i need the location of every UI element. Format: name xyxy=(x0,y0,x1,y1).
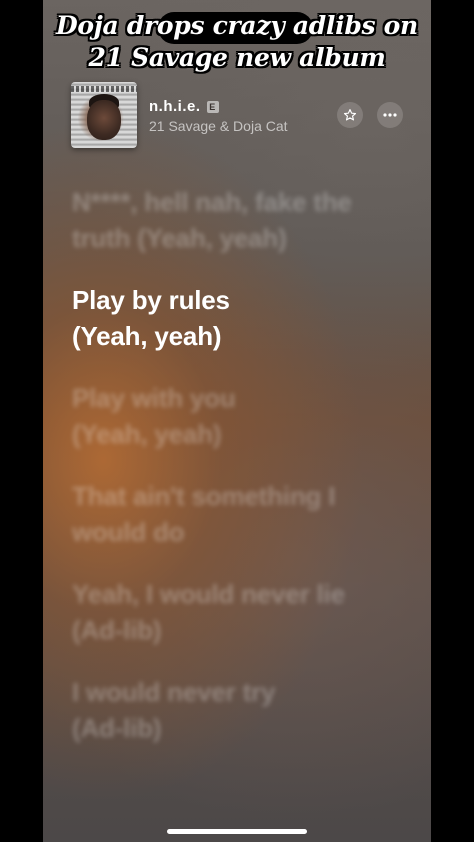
lyric-line[interactable]: That ain't something I would do xyxy=(72,478,412,550)
lyric-line-text: Yeah, I would never lie xyxy=(72,579,345,609)
lyric-line-text: would do xyxy=(72,517,185,547)
lyric-line[interactable]: Yeah, I would never lie (Ad-lib) xyxy=(72,576,412,648)
explicit-badge: E xyxy=(206,100,219,113)
lyrics-screen: n.h.i.e. E 21 Savage & Doja Cat N****, h… xyxy=(43,0,431,842)
track-title[interactable]: n.h.i.e. E xyxy=(149,98,219,115)
now-playing-header: n.h.i.e. E 21 Savage & Doja Cat xyxy=(71,82,411,148)
track-title-text: n.h.i.e. xyxy=(149,98,201,115)
lyric-line-text: Play with you xyxy=(72,383,236,413)
ellipsis-icon xyxy=(383,113,397,117)
lyric-line-text: (Ad-lib) xyxy=(72,713,162,743)
lyric-line-text: I would never try xyxy=(72,677,276,707)
home-indicator[interactable] xyxy=(167,829,307,834)
album-art[interactable] xyxy=(71,82,137,148)
lyric-line-text: (Ad-lib) xyxy=(72,615,162,645)
track-artist[interactable]: 21 Savage & Doja Cat xyxy=(149,118,288,134)
favorite-button[interactable] xyxy=(337,102,363,128)
lyric-line-text: truth (Yeah, yeah) xyxy=(72,223,287,253)
star-icon xyxy=(343,109,357,121)
lyric-line[interactable]: N****, hell nah, fake the truth (Yeah, y… xyxy=(72,184,412,256)
lyric-line-text: That ain't something I xyxy=(72,481,336,511)
album-art-face xyxy=(87,100,121,140)
phone-frame: n.h.i.e. E 21 Savage & Doja Cat N****, h… xyxy=(0,0,474,842)
lyric-line-current[interactable]: Play by rules (Yeah, yeah) xyxy=(72,282,412,354)
more-options-button[interactable] xyxy=(377,102,403,128)
lyric-line[interactable]: I would never try (Ad-lib) xyxy=(72,674,412,746)
lyrics-list[interactable]: N****, hell nah, fake the truth (Yeah, y… xyxy=(72,184,412,772)
caption-line: Doja drops crazy adlibs on xyxy=(56,11,418,40)
lyric-line-text: Play by rules xyxy=(72,285,230,315)
lyric-line-text: N****, hell nah, fake the xyxy=(72,187,352,217)
video-caption: Doja drops crazy adlibs on 21 Savage new… xyxy=(0,10,474,74)
lyric-line[interactable]: Play with you (Yeah, yeah) xyxy=(72,380,412,452)
lyric-line-text: (Yeah, yeah) xyxy=(72,419,222,449)
lyric-line-text: (Yeah, yeah) xyxy=(72,321,222,351)
caption-line: 21 Savage new album xyxy=(88,43,386,72)
album-art-crest xyxy=(71,86,137,92)
